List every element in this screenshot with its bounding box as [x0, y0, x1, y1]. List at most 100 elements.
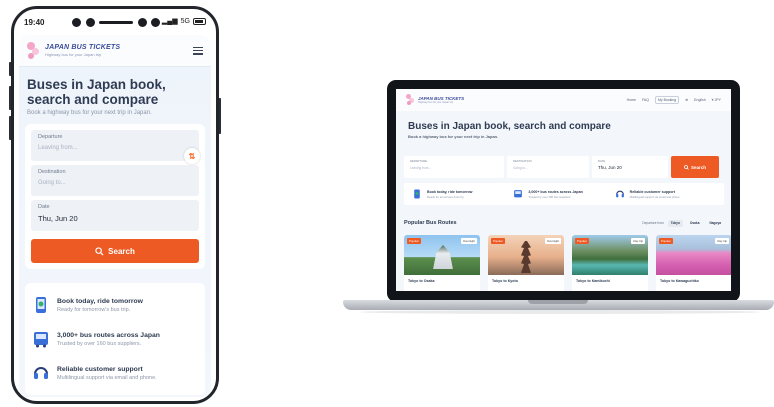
- filter-label: Departure from: [642, 221, 664, 225]
- route-tag: Day trip: [715, 238, 729, 244]
- hero-title: Buses in Japan book, search and compare: [408, 121, 611, 132]
- menu-icon[interactable]: [193, 46, 203, 55]
- feature-item: Book today, ride tomorrow Ready for tomo…: [412, 189, 513, 199]
- route-cards: Popular Overnight Tokyo to Osaka Popular…: [404, 235, 731, 291]
- departure-label: DEPARTURE: [410, 159, 427, 163]
- feature-subtitle: Multilingual support via email and phone…: [629, 194, 681, 199]
- cherry-blossom-logo-icon[interactable]: [406, 94, 415, 106]
- network-label: 5G: [180, 17, 190, 25]
- departure-filter: Departure from Tokyo Osaka Nagoya: [642, 219, 724, 227]
- laptop-screen: JAPAN BUS TICKETS Highway bus for your J…: [396, 89, 731, 291]
- dynamic-island: [72, 15, 160, 29]
- route-card[interactable]: Popular Day trip Tokyo to Kawaguchiko: [656, 235, 731, 291]
- route-image-kamikochi-valley: Popular Day trip: [572, 235, 648, 275]
- route-name: Tokyo to Kyoto: [492, 279, 518, 283]
- departure-input[interactable]: Leaving from...: [410, 166, 498, 170]
- route-name: Tokyo to Osaka: [408, 279, 435, 283]
- destination-input[interactable]: Going to...: [38, 180, 192, 186]
- departure-field[interactable]: Departure Leaving from...: [31, 130, 199, 161]
- hero-title: Buses in Japan book, search and compare: [27, 77, 166, 107]
- destination-input[interactable]: Going to...: [513, 166, 583, 170]
- destination-label: Destination: [38, 169, 66, 175]
- search-form: DEPARTURE Leaving from... DESTINATION Go…: [404, 156, 724, 178]
- nav-my-booking[interactable]: My Booking: [654, 96, 680, 104]
- logo[interactable]: JAPAN BUS TICKETS Highway bus for your J…: [418, 96, 464, 104]
- date-value[interactable]: Thu, Jun 20: [38, 214, 192, 223]
- departure-input[interactable]: Leaving from...: [38, 145, 192, 151]
- laptop-shadow: [360, 310, 760, 314]
- route-card[interactable]: Popular Day trip Tokyo to Kamikochi: [572, 235, 648, 291]
- feature-title: 3,000+ bus routes across Japan: [528, 189, 583, 194]
- route-card[interactable]: Popular Overnight Tokyo to Kyoto: [488, 235, 564, 291]
- laptop-mockup: JAPAN BUS TICKETS Highway bus for your J…: [387, 80, 740, 302]
- ticket-phone-icon: [414, 189, 420, 199]
- departure-label: Departure: [38, 134, 63, 140]
- route-badge: Popular: [575, 238, 589, 244]
- feature-subtitle: Ready for tomorrow's bus trip.: [427, 194, 465, 199]
- date-field[interactable]: Date Thu, Jun 20: [31, 200, 199, 231]
- search-button-label: Search: [108, 246, 135, 256]
- section-title: Popular Bus Routes: [404, 220, 457, 226]
- features-bar: Book today, ride tomorrow Ready for tomo…: [404, 183, 724, 205]
- route-badge: Popular: [407, 238, 421, 244]
- feature-item: Reliable customer support Multilingual s…: [615, 189, 716, 199]
- desktop-header: JAPAN BUS TICKETS Highway bus for your J…: [396, 89, 731, 111]
- feature-item: Book today, ride tomorrow Ready for tomo…: [32, 288, 198, 322]
- headset-icon: [34, 367, 48, 379]
- nav-language[interactable]: English: [694, 98, 705, 102]
- route-badge: Popular: [491, 238, 505, 244]
- battery-icon: [193, 17, 206, 25]
- route-name: Tokyo to Kawaguchiko: [660, 279, 699, 283]
- status-indicators: ▂▄▆ 5G: [162, 17, 206, 25]
- hero-subtitle: Book a highway bus for your next trip in…: [408, 134, 499, 139]
- route-tag: Day trip: [631, 238, 645, 244]
- signal-icon: ▂▄▆: [161, 18, 178, 25]
- features-panel: Book today, ride tomorrow Ready for tomo…: [25, 283, 205, 395]
- feature-item: 3,000+ bus routes across Japan Trusted b…: [32, 322, 198, 356]
- feature-title: Book today, ride tomorrow: [427, 189, 473, 194]
- nav-currency[interactable]: ¥ JPY: [712, 98, 721, 102]
- feature-subtitle: Ready for tomorrow's bus trip.: [57, 306, 131, 313]
- swap-icon[interactable]: ⇅: [184, 148, 200, 164]
- route-card[interactable]: Popular Overnight Tokyo to Osaka: [404, 235, 480, 291]
- destination-label: DESTINATION: [513, 159, 532, 163]
- route-badge: Popular: [659, 238, 673, 244]
- nav-faq[interactable]: FAQ: [642, 98, 649, 102]
- nav-home[interactable]: Home: [627, 98, 636, 102]
- phone-mockup: 19:40 ▂▄▆ 5G JAPAN BUS TICKETS Highway b…: [11, 6, 219, 404]
- filter-city-osaka[interactable]: Osaka: [687, 220, 703, 227]
- search-button-label: Search: [690, 164, 706, 170]
- cherry-blossom-logo-icon[interactable]: [27, 41, 41, 60]
- search-button[interactable]: Search: [671, 156, 719, 178]
- filter-city-nagoya[interactable]: Nagoya: [706, 220, 724, 227]
- phone-screen: JAPAN BUS TICKETS Highway bus for your J…: [19, 35, 211, 397]
- route-image-osaka-castle: Popular Overnight: [404, 235, 480, 275]
- status-time: 19:40: [24, 17, 45, 27]
- headset-icon: [615, 190, 624, 198]
- destination-field[interactable]: DESTINATION Going to...: [507, 156, 589, 178]
- hero-subtitle: Book a highway bus for your next trip in…: [27, 110, 152, 116]
- search-form: Departure Leaving from... Destination Go…: [25, 124, 205, 269]
- date-value[interactable]: Thu, Jun 20: [598, 165, 662, 170]
- destination-field[interactable]: Destination Going to...: [31, 165, 199, 196]
- bus-icon: [514, 190, 523, 198]
- ticket-phone-icon: [36, 297, 46, 313]
- logo-title: JAPAN BUS TICKETS: [45, 44, 121, 51]
- laptop-notch: [528, 300, 588, 304]
- logo[interactable]: JAPAN BUS TICKETS Highway bus for your J…: [45, 44, 120, 57]
- search-icon: [95, 246, 104, 256]
- feature-title: Reliable customer support: [629, 189, 675, 194]
- feature-subtitle: Multilingual support via email and phone…: [57, 374, 157, 381]
- popular-routes-header: Popular Bus Routes Departure from Tokyo …: [404, 217, 724, 229]
- date-field[interactable]: DATE Thu, Jun 20: [592, 156, 668, 178]
- search-button[interactable]: Search: [31, 239, 199, 263]
- showcase-stage: 19:40 ▂▄▆ 5G JAPAN BUS TICKETS Highway b…: [0, 0, 774, 407]
- filter-city-tokyo[interactable]: Tokyo: [667, 219, 683, 227]
- globe-icon: ⊕: [685, 98, 689, 102]
- top-nav: Home FAQ My Booking ⊕ English ¥ JPY: [627, 96, 721, 104]
- departure-field[interactable]: DEPARTURE Leaving from...: [404, 156, 504, 178]
- feature-subtitle: Trusted by over 160 bus suppliers.: [57, 340, 142, 347]
- date-label: Date: [38, 204, 50, 210]
- route-name: Tokyo to Kamikochi: [576, 279, 610, 283]
- logo-tagline: Highway bus for your Japan trip: [45, 52, 102, 57]
